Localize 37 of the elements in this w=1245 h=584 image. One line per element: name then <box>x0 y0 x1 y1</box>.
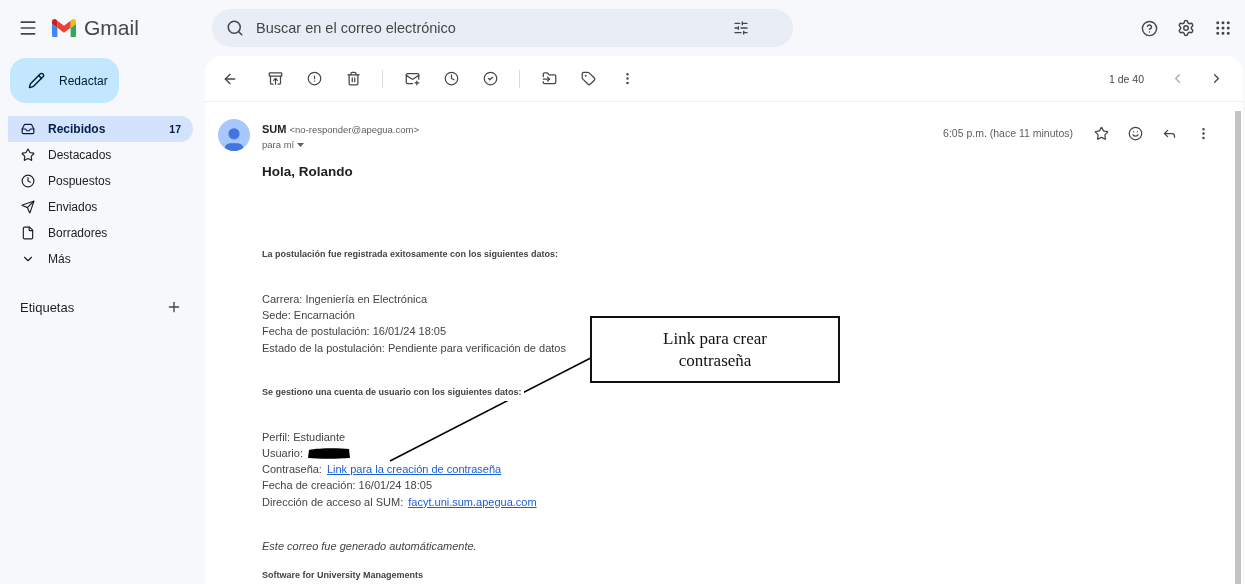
search-input[interactable]: Buscar en el correo electrónico <box>254 19 723 37</box>
sender-name: SUM <box>262 123 287 135</box>
scrollbar[interactable] <box>1235 111 1241 584</box>
app-name: Gmail <box>84 16 139 40</box>
sidebar-item[interactable]: Enviados <box>8 194 193 220</box>
recipient-toggle[interactable]: para mí <box>262 139 305 150</box>
help-icon[interactable] <box>1139 18 1159 38</box>
sidebar-item[interactable]: Pospuestos <box>8 168 193 194</box>
sidebar-item[interactable]: Más <box>8 246 193 272</box>
settings-icon[interactable] <box>1176 18 1196 38</box>
sidebar-label: Destacados <box>48 148 113 162</box>
apps-icon[interactable] <box>1213 18 1233 38</box>
sidebar-label: Borradores <box>48 226 109 240</box>
message-time: 6:05 p.m. (hace 11 minutos) <box>943 127 1073 139</box>
pager-position: 1 de 40 <box>1108 72 1144 85</box>
labels-heading: Etiquetas <box>20 299 75 315</box>
gmail-logo-icon <box>52 19 76 37</box>
compose-button[interactable]: Redactar <box>10 58 119 103</box>
sidebar-item[interactable]: Destacados <box>8 142 193 168</box>
link[interactable]: facyt.uni.sum.apegua.com <box>408 493 537 510</box>
sender-address: <no-responder@apegua.com> <box>289 124 419 135</box>
menu-icon[interactable] <box>18 18 38 38</box>
filter-icon[interactable] <box>733 20 749 36</box>
avatar-icon <box>218 119 250 151</box>
sidebar-label: Recibidos <box>48 122 107 136</box>
sidebar-item[interactable]: Borradores <box>8 220 193 246</box>
caret-icon <box>297 142 305 147</box>
sidebar-label: Más <box>48 252 72 266</box>
sidebar-label: Enviados <box>48 200 99 214</box>
search-icon <box>226 19 244 37</box>
unread-count: 17 <box>169 123 181 135</box>
link[interactable]: Link para la creación de contraseña <box>326 461 502 478</box>
pencil-icon <box>28 72 45 89</box>
sidebar-label: Pospuestos <box>48 174 112 188</box>
search-field[interactable]: Buscar en el correo electrónico <box>212 9 793 47</box>
callout-text: Link para crear contraseña <box>590 316 840 383</box>
sidebar-item[interactable]: Recibidos 17 <box>8 116 193 142</box>
